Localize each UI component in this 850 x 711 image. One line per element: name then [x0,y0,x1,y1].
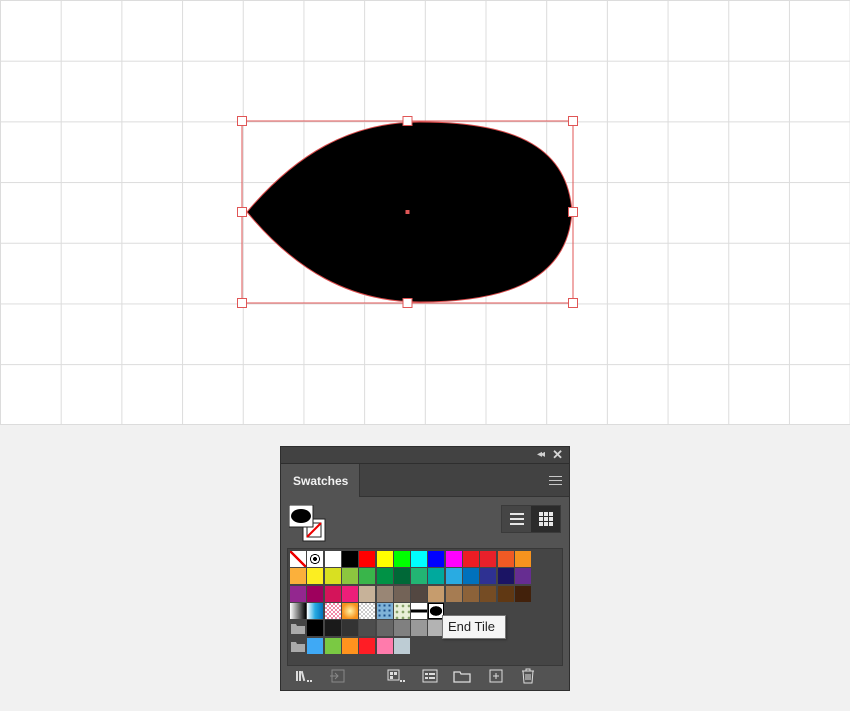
color-swatch[interactable] [393,568,410,585]
swatch-grad-bw[interactable] [290,602,306,619]
color-swatch[interactable] [411,585,428,602]
color-swatch[interactable] [480,585,497,602]
color-swatch[interactable] [393,620,410,637]
swatch-grid [287,548,563,666]
swatch-pattern-check-pink[interactable] [324,602,341,619]
swatch-options-icon[interactable] [421,668,439,684]
swatch-registration[interactable] [307,551,324,567]
color-swatch[interactable] [307,620,324,637]
grid-view-button[interactable] [531,506,560,532]
color-swatch[interactable] [324,568,341,585]
swatch-libraries-menu-icon[interactable] [295,668,313,684]
center-point [405,210,410,214]
color-swatch[interactable] [359,620,376,637]
color-swatch[interactable] [324,551,341,567]
color-swatch[interactable] [445,551,462,567]
color-swatch[interactable] [290,568,306,585]
color-swatch[interactable] [393,637,410,654]
color-swatch[interactable] [428,551,445,567]
color-swatch[interactable] [497,585,514,602]
color-group-folder-icon[interactable] [290,638,306,654]
color-swatch[interactable] [359,568,376,585]
color-swatch[interactable] [324,620,341,637]
handle-bottom-center[interactable] [402,298,413,308]
color-swatch[interactable] [324,637,341,654]
swatch-end-tile-1[interactable] [411,602,428,619]
handle-top-center[interactable] [402,116,413,126]
color-swatch[interactable] [376,551,393,567]
delete-swatch-icon[interactable] [519,668,537,684]
swatches-panel: ◂◂ ✕ Swatches [280,446,570,691]
color-swatch[interactable] [307,637,324,654]
handle-top-right[interactable] [568,116,578,126]
color-swatch[interactable] [445,585,462,602]
color-swatch[interactable] [307,585,324,602]
handle-middle-right[interactable] [568,207,578,217]
color-swatch[interactable] [514,568,531,585]
handle-bottom-right[interactable] [568,298,578,308]
color-swatch[interactable] [290,585,306,602]
tab-swatches[interactable]: Swatches [281,464,360,497]
color-swatch[interactable] [393,551,410,567]
tooltip: End Tile [442,615,506,639]
color-swatch[interactable] [480,568,497,585]
color-swatch[interactable] [341,637,358,654]
view-toggle [501,505,561,533]
swatch-pattern-check[interactable] [359,602,376,619]
color-swatch[interactable] [428,568,445,585]
color-swatch[interactable] [463,585,479,602]
artwork [237,116,578,308]
close-icon[interactable]: ✕ [552,447,563,463]
color-swatch[interactable] [514,551,531,567]
color-swatch[interactable] [411,620,428,637]
swatch-pattern-blue[interactable] [376,602,393,619]
color-swatch[interactable] [341,568,358,585]
color-swatch[interactable] [514,585,531,602]
color-swatch[interactable] [341,551,358,567]
color-swatch[interactable] [376,585,393,602]
color-swatch[interactable] [393,585,410,602]
color-swatch[interactable] [359,585,376,602]
new-swatch-icon[interactable] [487,668,505,684]
color-swatch[interactable] [445,568,462,585]
color-swatch[interactable] [411,568,428,585]
color-swatch[interactable] [480,551,497,567]
panel-title-bar[interactable]: ◂◂ ✕ [281,447,569,464]
color-swatch[interactable] [341,620,358,637]
color-swatch[interactable] [324,585,341,602]
color-swatch[interactable] [376,568,393,585]
panel-tab-row: Swatches [281,464,569,497]
panel-bottom-toolbar [281,664,569,690]
handle-top-left[interactable] [237,116,247,126]
color-swatch[interactable] [376,620,393,637]
color-swatch[interactable] [359,551,376,567]
color-swatch[interactable] [307,568,324,585]
color-swatch[interactable] [428,585,445,602]
color-swatch[interactable] [411,551,428,567]
color-swatch[interactable] [359,637,376,654]
swatch-grad-blue[interactable] [307,602,324,619]
list-view-button[interactable] [502,506,531,532]
color-swatch[interactable] [341,585,358,602]
new-color-group-icon[interactable] [453,668,471,684]
color-swatch[interactable] [497,551,514,567]
handle-bottom-left[interactable] [237,298,247,308]
handle-middle-left[interactable] [237,207,247,217]
grid-icon [538,512,553,526]
collapse-arrows-icon[interactable]: ◂◂ [537,449,545,460]
artboard-canvas[interactable] [0,0,850,425]
color-group-folder-icon[interactable] [290,620,306,636]
place-swatches-icon[interactable] [329,668,347,684]
color-swatch[interactable] [376,637,393,654]
swatch-pattern-leaf[interactable] [393,602,410,619]
color-swatch[interactable] [497,568,514,585]
fill-stroke-indicator[interactable] [289,505,329,545]
panel-menu-icon[interactable] [549,476,562,488]
color-swatch[interactable] [463,568,479,585]
show-swatch-kinds-icon[interactable] [387,668,405,684]
swatch-none[interactable] [290,551,306,567]
color-swatch[interactable] [463,551,479,567]
swatch-grad-orange[interactable] [341,602,358,619]
